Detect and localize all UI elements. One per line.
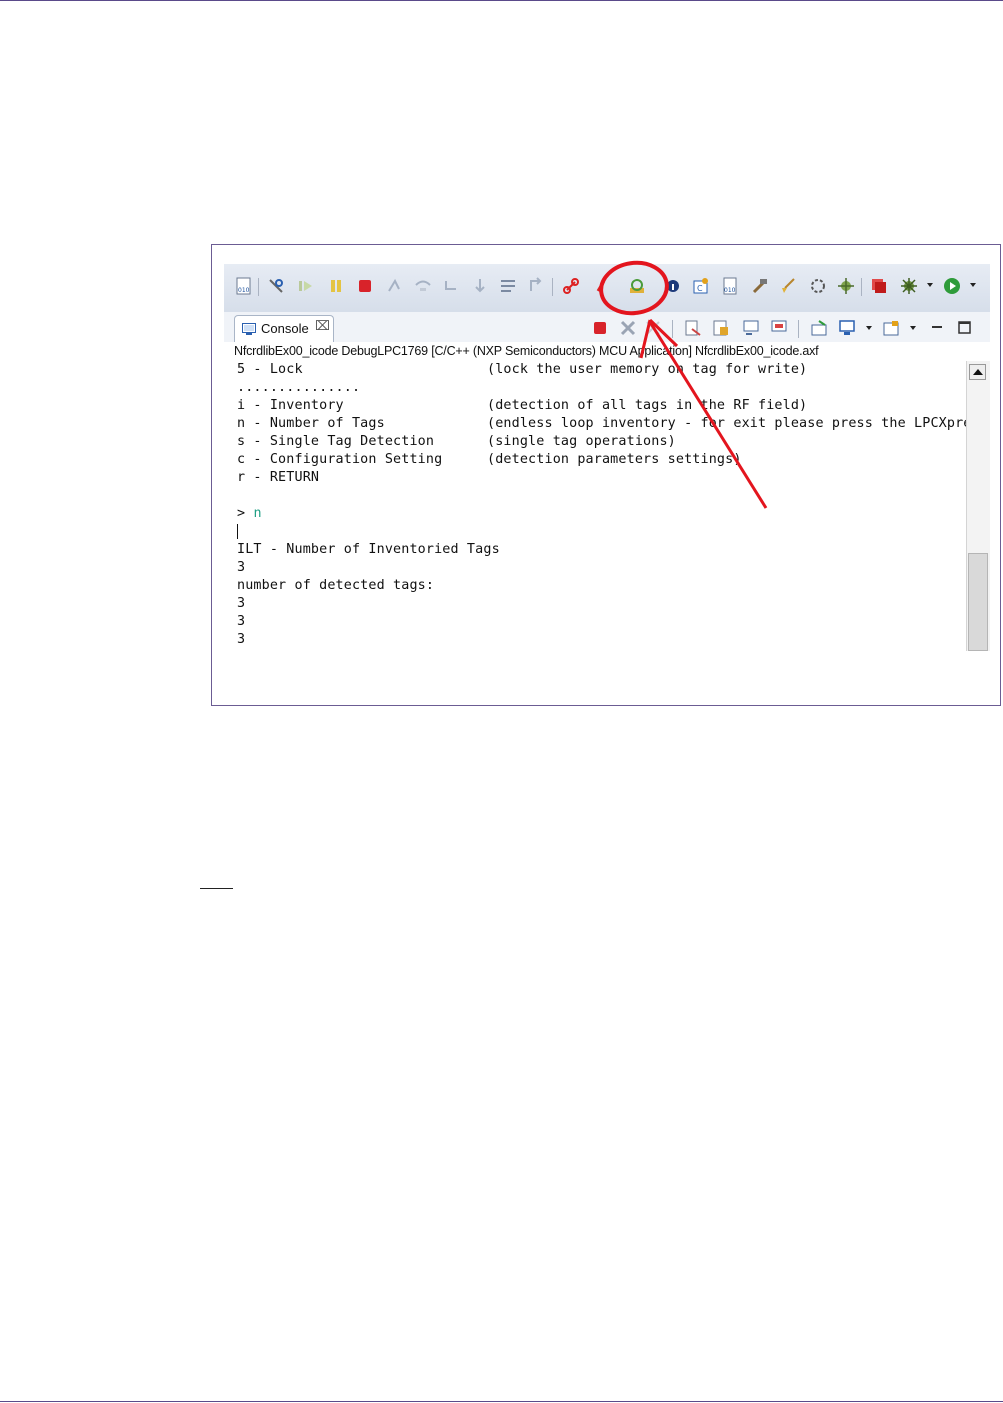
info-icon[interactable] [664,277,682,295]
page-header-rule [0,0,1003,1]
console-line: r - RETURN [237,470,320,485]
terminate-console-icon[interactable] [591,319,609,337]
build-icon[interactable] [751,277,769,295]
console-line: 3 [237,632,246,647]
scroll-up-button[interactable] [969,364,986,380]
console-line: number of detected tags: [237,578,435,593]
unlink-icon[interactable] [592,277,610,295]
console-line: ............... [237,380,361,395]
open-console-icon[interactable] [882,319,900,337]
step-over-icon[interactable] [414,277,432,295]
close-tab-icon[interactable]: ⌧ [315,319,330,334]
clean-icon[interactable] [779,277,797,295]
console-line: n - Number of Tags (endless loop inventor… [237,416,966,431]
stop-all-icon[interactable] [870,277,888,295]
scroll-thumb[interactable] [968,553,988,651]
drop-to-frame-icon[interactable] [471,277,489,295]
svg-text:010: 010 [238,287,250,294]
console-line: 3 [237,596,246,611]
scroll-lock-icon[interactable] [712,319,730,337]
console-line: c - Configuration Setting (detection para… [237,452,742,467]
debug-config-icon[interactable] [900,277,918,295]
terminate-icon[interactable] [356,277,374,295]
use-step-filters-icon[interactable] [499,277,517,295]
launch-configuration-label: NfcrdlibEx00_icode DebugLPC1769 [C/C++ (… [224,342,990,361]
show-console-icon[interactable] [770,319,788,337]
page-footer-rule [0,1401,1003,1402]
remove-all-launches-icon[interactable] [644,319,662,337]
debug-settings-icon[interactable] [809,277,827,295]
console-input-echo: n [253,506,262,521]
console-prompt-line: > n [237,506,262,521]
minimize-icon[interactable] [928,319,946,337]
resume-icon[interactable] [297,277,315,295]
console-icon [242,323,256,335]
hex-file-icon[interactable]: 010 [721,277,739,295]
reset-target-icon[interactable] [628,277,646,295]
display-console-icon[interactable] [838,319,856,337]
console-line: 3 [237,560,246,575]
maximize-icon[interactable] [956,319,974,337]
binary-file-icon[interactable]: 010 [235,277,253,295]
console-output[interactable]: 5 - Lock (lock the user memory on tag for… [224,361,966,651]
step-return-icon[interactable] [442,277,460,295]
disconnect-icon[interactable] [267,277,285,295]
text-cursor [237,524,238,539]
reference-underline [200,888,233,889]
console-line: i - Inventory (detection of all tags in t… [237,398,808,413]
ide-screenshot: 010 C 010 Console ⌧ NfcrdlibEx00_icode D… [224,264,990,651]
console-line: 3 [237,614,246,629]
console-view-bar: Console ⌧ [224,312,990,343]
debug-toolbar: 010 C 010 [224,264,990,313]
console-scrollbar[interactable] [966,361,990,651]
clear-console-icon[interactable] [684,319,702,337]
cmsis-icon[interactable]: C [692,277,710,295]
word-wrap-icon[interactable] [742,319,760,337]
run-icon[interactable] [943,277,961,295]
console-tab[interactable]: Console ⌧ [234,315,334,342]
svg-text:010: 010 [724,287,736,294]
link-icon[interactable] [562,277,580,295]
svg-text:C: C [697,284,703,293]
pin-console-icon[interactable] [810,319,828,337]
remove-launch-icon[interactable] [619,319,637,337]
console-line: s - Single Tag Detection (single tag oper… [237,434,676,449]
instruction-step-icon[interactable] [528,277,546,295]
console-tab-label: Console [261,321,309,336]
suspend-icon[interactable] [327,277,345,295]
step-into-icon[interactable] [386,277,404,295]
console-line: ILT - Number of Inventoried Tags [237,542,500,557]
debug-icon[interactable] [837,277,855,295]
console-line: 5 - Lock (lock the user memory on tag for… [237,362,808,377]
